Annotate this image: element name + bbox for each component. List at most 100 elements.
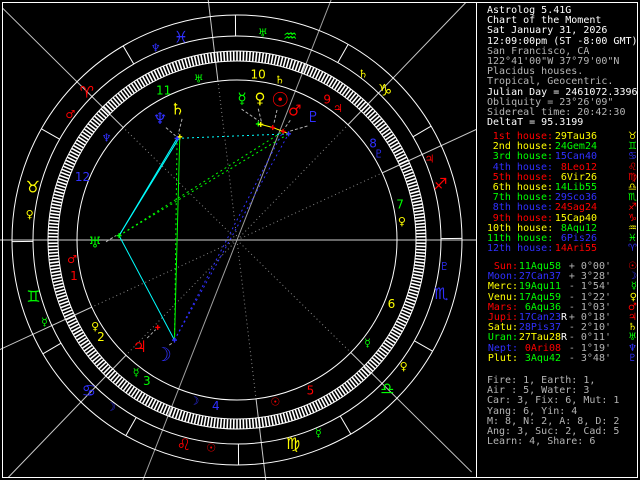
degree-tick <box>52 279 63 284</box>
aspect-line <box>118 133 289 237</box>
degree-tick <box>411 196 422 201</box>
degree-tick <box>288 59 294 70</box>
sign-glyph-aquarius: ♒ <box>283 27 297 46</box>
sign-boundary-line <box>122 45 135 65</box>
degree-tick <box>203 416 207 427</box>
sign-boundary-line <box>339 415 352 435</box>
planet-pointer-line <box>146 329 157 339</box>
degree-tick <box>53 282 64 287</box>
degree-tick <box>282 412 287 423</box>
degree-tick <box>58 177 69 183</box>
degree-tick <box>48 251 59 254</box>
degree-tick <box>251 418 255 429</box>
degree-tick <box>180 410 186 421</box>
house-ruler-icon: ☉ <box>270 395 280 408</box>
degree-tick <box>200 415 204 426</box>
degree-tick <box>51 199 63 204</box>
degree-tick <box>413 209 424 213</box>
house-row: 8th house: 24Sag24 ♐ <box>487 203 637 213</box>
degree-tick <box>403 171 414 177</box>
degree-tick <box>171 62 177 73</box>
degree-tick <box>264 416 268 427</box>
degree-tick <box>264 53 268 64</box>
degree-tick <box>223 51 226 62</box>
degree-tick <box>276 55 281 66</box>
house-number-3: 3 <box>143 374 151 388</box>
house-cusp-line-outer <box>207 0 219 82</box>
zodiac-sign-icon: ♐ <box>628 202 637 214</box>
degree-tick <box>251 51 255 62</box>
degree-tick <box>50 270 61 274</box>
degree-tick <box>219 418 223 429</box>
degree-tick <box>285 411 290 422</box>
sign-glyph-virgo: ♍ <box>286 434 300 453</box>
degree-tick <box>54 190 65 195</box>
pane-divider <box>476 2 477 477</box>
degree-tick <box>184 411 189 422</box>
degree-tick <box>279 413 284 424</box>
degree-tick <box>209 52 213 63</box>
degree-tick <box>48 226 59 229</box>
degree-tick <box>414 216 425 219</box>
degree-tick <box>413 206 424 210</box>
chart-header: Astrolog 5.41G Chart of the Moment Sat Jan… <box>487 5 638 128</box>
planet-pointer-line <box>105 235 117 243</box>
house-ruler-icon: ♆ <box>102 131 112 144</box>
degree-tick <box>171 407 177 418</box>
house-number-12: 12 <box>75 170 90 184</box>
degree-tick <box>55 288 66 293</box>
degree-tick <box>56 291 67 297</box>
degree-tick <box>414 212 425 216</box>
planet-label: Plut: <box>487 352 518 364</box>
sign-glyph-leo: ♌ <box>177 435 191 454</box>
degree-tick <box>49 261 60 264</box>
degree-tick <box>270 415 274 426</box>
degree-tick <box>300 406 306 417</box>
degree-tick <box>261 417 265 428</box>
wheel-planet-glyph-moon: ☽ <box>155 344 172 366</box>
sign-glyph-taurus: ♉ <box>26 178 40 197</box>
retrograde-flag: R <box>561 311 568 323</box>
degree-tick <box>193 55 198 66</box>
degree-tick <box>209 417 213 428</box>
degree-tick <box>53 193 64 198</box>
house-ruler-icon: ♂ <box>67 253 77 266</box>
sign-glyph-cancer: ♋ <box>82 381 96 400</box>
sign-ruler-icon: ☉ <box>206 441 216 454</box>
degree-tick <box>291 60 297 71</box>
sign-glyph-aries: ♈ <box>80 83 94 102</box>
degree-tick <box>410 282 421 287</box>
degree-tick <box>407 291 418 297</box>
sign-ruler-icon: ☿ <box>41 315 48 328</box>
house-cusp-line-inner <box>217 81 238 237</box>
sign-glyph-gemini: ♊ <box>26 287 40 306</box>
degree-tick <box>206 53 210 64</box>
sign-boundary-line <box>412 125 432 138</box>
degree-tick <box>267 416 271 427</box>
house-ruler-icon: ♀ <box>91 320 99 333</box>
planet-velocity: - 0°11' <box>568 332 611 344</box>
degree-tick <box>184 58 189 69</box>
degree-tick <box>177 60 183 71</box>
house-cusp-line-outer <box>2 7 124 128</box>
house-cusp-value: 14Ari55 <box>554 243 597 255</box>
wheel-planet-glyph-pluto: ♇ <box>306 108 319 126</box>
wheel-planet-glyph-venus: ♀ <box>255 89 266 107</box>
chart-wheel: ♈♂♉♀♊☿♋☽♌ ☉ ♍☿♎♀♏♇♐♃♑♄♒♅♓♆1♂2♀3☿4☽5☉6☿7♀8♇… <box>0 0 476 480</box>
degree-tick <box>248 418 251 429</box>
degree-tick <box>223 418 226 429</box>
degree-tick <box>254 51 258 63</box>
degree-tick <box>414 261 425 264</box>
sign-ruler-icon: ♄ <box>358 67 368 80</box>
degree-tick <box>294 61 300 72</box>
wheel-planet-glyph-mercury: ☿ <box>237 89 246 107</box>
degree-tick <box>190 413 195 424</box>
degree-tick <box>408 187 419 192</box>
degree-tick <box>415 254 426 258</box>
degree-tick <box>285 58 290 69</box>
degree-tick <box>196 414 201 426</box>
degree-tick <box>58 297 69 303</box>
house-cusp-line-inner <box>236 243 257 399</box>
aspect-line <box>118 138 178 236</box>
aspect-line <box>177 133 289 139</box>
